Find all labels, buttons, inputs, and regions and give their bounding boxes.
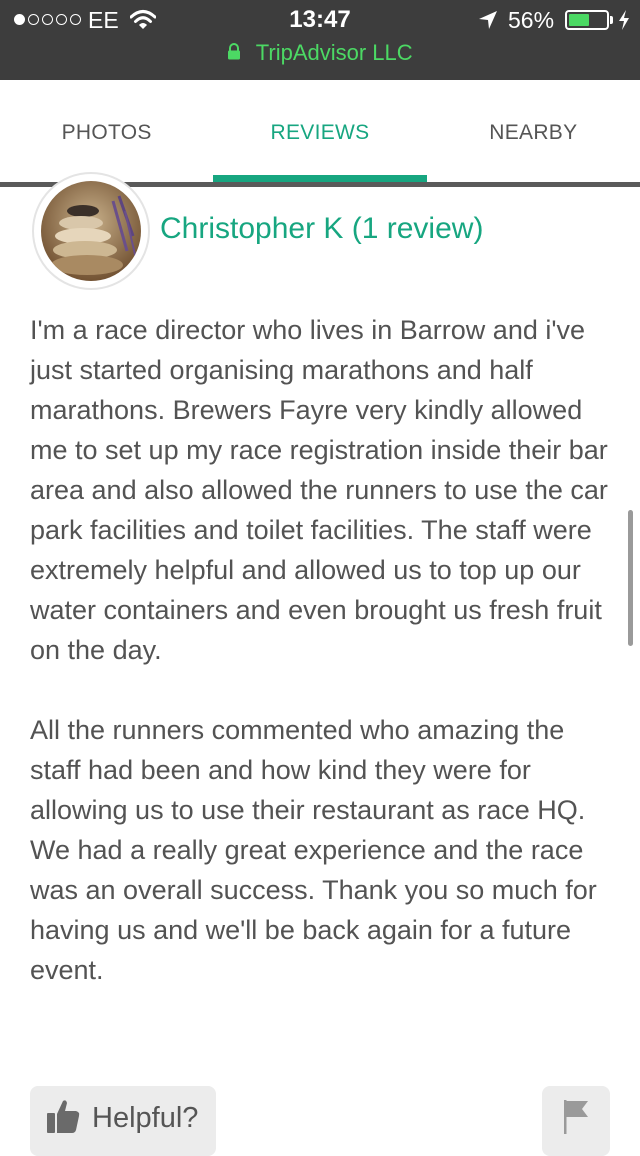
location-arrow-icon — [479, 11, 497, 29]
reviewer-avatar[interactable] — [32, 172, 150, 290]
review-paragraph: We had a really great experience and the… — [30, 835, 597, 985]
review-paragraph: I'm a race director who lives in Barrow … — [30, 315, 608, 665]
site-name: TripAdvisor LLC — [255, 40, 413, 65]
url-bar[interactable]: TripAdvisor LLC — [0, 40, 640, 72]
reviewer-name[interactable]: Christopher K (1 review) — [160, 212, 483, 246]
charging-bolt-icon — [619, 10, 629, 30]
review-paragraph: All the runners commented who amazing th… — [30, 715, 586, 825]
status-and-url-bar: EE 13:47 56% TripAdvisor LLC — [0, 0, 640, 80]
battery-tip — [610, 16, 613, 24]
battery-level — [569, 14, 590, 26]
review-body: I'm a race director who lives in Barrow … — [30, 310, 615, 990]
helpful-label: Helpful? — [92, 1102, 199, 1134]
lock-icon — [228, 42, 241, 59]
battery-icon — [565, 10, 609, 30]
tab-reviews[interactable]: REVIEWS — [213, 80, 427, 182]
tab-photos[interactable]: PHOTOS — [0, 80, 213, 182]
tab-bar: PHOTOS REVIEWS NEARBY — [0, 80, 640, 182]
tab-nearby[interactable]: NEARBY — [427, 80, 640, 182]
flag-icon — [564, 1100, 588, 1134]
helpful-button[interactable]: Helpful? — [30, 1086, 216, 1156]
battery-percentage: 56% — [508, 7, 555, 33]
report-button[interactable] — [542, 1086, 610, 1156]
avatar-stones-image — [41, 181, 141, 281]
scrollbar[interactable] — [628, 510, 633, 646]
thumbs-up-icon — [47, 1100, 80, 1133]
status-bar: EE 13:47 56% — [0, 0, 640, 40]
